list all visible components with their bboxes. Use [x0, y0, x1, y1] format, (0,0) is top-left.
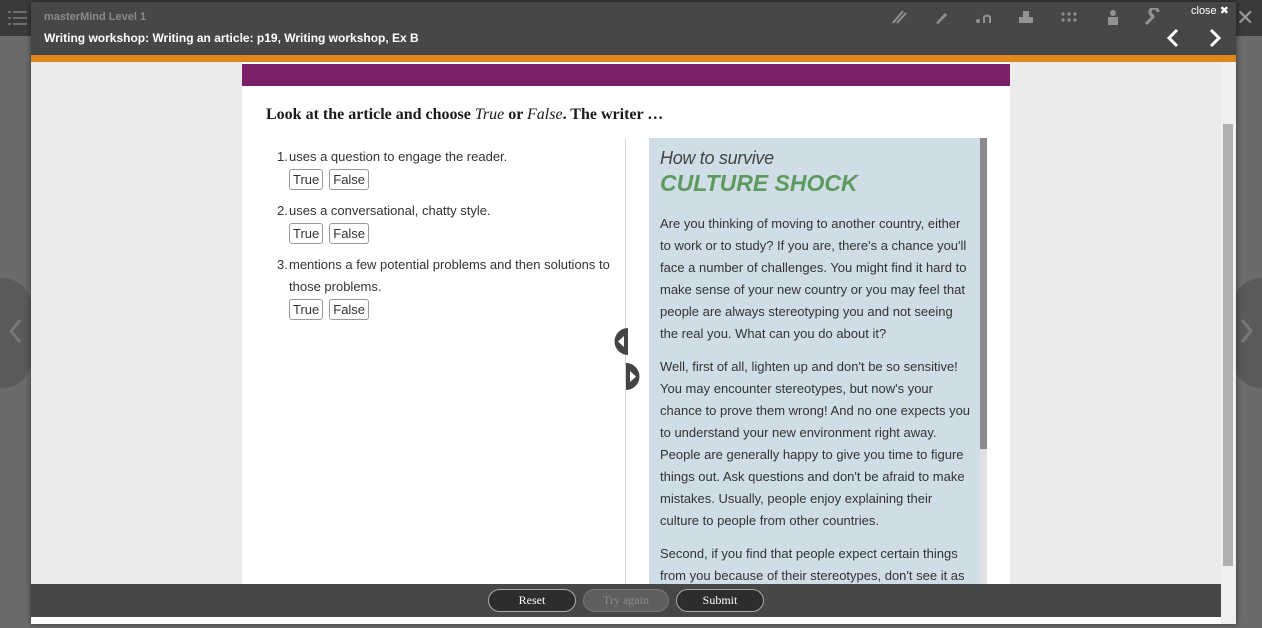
close-button[interactable]: close ✖: [1191, 4, 1229, 17]
true-option[interactable]: True: [289, 223, 324, 244]
try-again-button[interactable]: Try again: [583, 589, 669, 612]
content-area: Look at the article and choose True or F…: [31, 62, 1236, 584]
menu-icon: [8, 11, 27, 25]
false-option[interactable]: False: [329, 169, 370, 190]
question-item: 1. uses a question to engage the reader. …: [277, 146, 617, 190]
user-tool-icon: [1108, 10, 1118, 25]
expand-right-icon[interactable]: [626, 363, 642, 390]
pencil-tool-icon: [936, 13, 947, 24]
question-item: 3. mentions a few potential problems and …: [277, 254, 617, 320]
background-next-arrow: [1232, 278, 1262, 388]
previous-icon[interactable]: [1163, 27, 1183, 49]
panel-divider: [625, 138, 626, 584]
false-option[interactable]: False: [329, 223, 370, 244]
article-subtitle: How to survive: [660, 148, 774, 168]
stamp-tool-icon: [1019, 11, 1033, 23]
submit-button[interactable]: Submit: [676, 589, 764, 612]
article-title: CULTURE SHOCK: [660, 170, 858, 196]
false-option[interactable]: False: [329, 299, 370, 320]
true-option[interactable]: True: [289, 299, 324, 320]
instruction-text: Look at the article and choose True or F…: [266, 106, 664, 123]
article-scrollbar-thumb[interactable]: [980, 138, 987, 449]
exercise-page: Look at the article and choose True or F…: [242, 62, 1010, 584]
audio-tool-icon: [976, 14, 991, 23]
page-title: Writing workshop: Writing an article: p1…: [44, 31, 419, 45]
question-number: 3.: [277, 257, 288, 272]
modal-header: masterMind Level 1 Writing workshop: Wri…: [31, 2, 1236, 55]
collapse-left-icon[interactable]: [612, 328, 628, 355]
question-text: mentions a few potential problems and th…: [289, 257, 610, 294]
article-paragraph: Second, if you find that people expect c…: [660, 546, 965, 583]
question-text: uses a conversational, chatty style.: [289, 203, 491, 218]
article-panel: How to survive CULTURE SHOCK Are you thi…: [649, 138, 987, 584]
footer-bar: Reset Try again Submit: [31, 584, 1221, 617]
wrench-tool-icon: [1144, 8, 1160, 26]
background-close-icon: ✕: [1236, 5, 1255, 30]
article-paragraph: Well, first of all, lighten up and don't…: [660, 359, 971, 528]
question-number: 1.: [277, 149, 288, 164]
next-icon[interactable]: [1205, 27, 1225, 49]
exercise-modal: masterMind Level 1 Writing workshop: Wri…: [31, 2, 1236, 624]
article-body: Are you thinking of moving to another co…: [660, 213, 972, 584]
question-item: 2. uses a conversational, chatty style. T…: [277, 200, 617, 244]
article-paragraph: Are you thinking of moving to another co…: [660, 216, 967, 341]
grid-tool-icon: [1061, 12, 1077, 22]
background-prev-arrow: [0, 278, 32, 388]
question-list: 1. uses a question to engage the reader. …: [277, 146, 617, 330]
reset-button[interactable]: Reset: [488, 589, 576, 612]
header-band: [242, 64, 1010, 86]
true-option[interactable]: True: [289, 169, 324, 190]
app-title: masterMind Level 1: [44, 11, 147, 23]
accent-bar: [31, 55, 1236, 62]
question-text: uses a question to engage the reader.: [289, 149, 508, 164]
question-number: 2.: [277, 203, 288, 218]
pen-tool-icon: [892, 10, 907, 24]
page-scrollbar-thumb[interactable]: [1223, 124, 1233, 566]
